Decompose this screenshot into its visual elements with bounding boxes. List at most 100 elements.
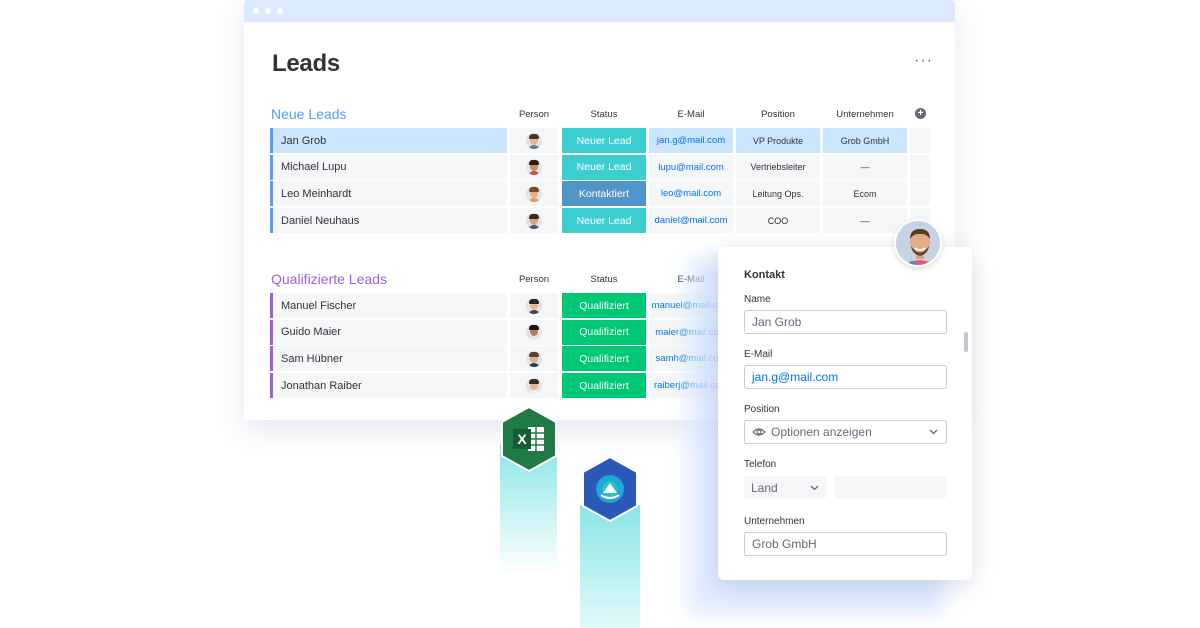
person-cell[interactable] — [510, 181, 558, 207]
window-dot[interactable] — [253, 8, 259, 14]
status-badge[interactable]: Qualifiziert — [562, 373, 646, 399]
position-select[interactable]: Optionen anzeigen — [744, 420, 947, 444]
avatar — [894, 219, 942, 267]
table-row[interactable]: Michael Lupu Neuer Lead lupu@mail.com Vertr… — [270, 154, 934, 180]
group-title[interactable]: Neue Leads — [271, 106, 347, 122]
email-cell[interactable]: daniel@mail.com — [649, 208, 733, 234]
phone-label: Telefon — [744, 459, 777, 470]
phone-input[interactable] — [834, 476, 946, 499]
scrollbar[interactable] — [964, 332, 968, 352]
person-cell[interactable] — [510, 346, 558, 372]
integration-beam — [580, 505, 640, 628]
person-cell[interactable] — [510, 319, 558, 345]
company-cell[interactable]: — — [823, 154, 907, 180]
lead-name-cell[interactable]: Daniel Neuhaus — [270, 208, 507, 234]
avatar — [526, 324, 542, 341]
avatar — [526, 159, 542, 176]
position-select-content: Optionen anzeigen — [752, 425, 872, 439]
card-title: Kontakt — [744, 269, 785, 281]
email-field[interactable]: jan.g@mail.com — [744, 365, 947, 389]
status-badge[interactable]: Qualifiziert — [562, 293, 646, 318]
group-color-bar — [270, 373, 273, 399]
position-label: Position — [744, 404, 780, 415]
group-rows: Jan Grob Neuer Lead jan.g@mail.com VP Produ… — [270, 128, 934, 234]
table-row[interactable]: Leo Meinhardt Kontaktiert leo@mail.com Leit… — [270, 181, 934, 207]
group-color-bar — [270, 208, 273, 234]
email-label: E-Mail — [744, 349, 773, 360]
column-header-company[interactable]: Unternehmen — [823, 109, 907, 120]
avatar — [526, 297, 542, 314]
person-cell[interactable] — [510, 208, 558, 234]
add-column-icon[interactable]: + — [915, 108, 926, 119]
chevron-down-icon — [810, 485, 819, 490]
person-cell[interactable] — [510, 128, 558, 153]
country-placeholder: Land — [751, 480, 778, 495]
window-dot[interactable] — [277, 8, 283, 14]
window-dot[interactable] — [265, 8, 271, 14]
group-color-bar — [270, 128, 273, 153]
company-cell[interactable]: — — [823, 208, 907, 234]
window-titlebar — [244, 0, 955, 22]
column-header-status[interactable]: Status — [562, 109, 646, 120]
group-color-bar — [270, 293, 273, 318]
table-row[interactable]: Jan Grob Neuer Lead jan.g@mail.com VP Produ… — [270, 128, 934, 153]
lead-name-cell[interactable]: Jan Grob — [270, 128, 507, 153]
column-header-email[interactable]: E-Mail — [649, 109, 733, 120]
extra-cell[interactable] — [910, 181, 930, 207]
position-cell[interactable]: Vertriebsleiter — [736, 154, 820, 180]
group-neue-leads: Neue Leads Person Status E-Mail Position… — [270, 106, 934, 235]
lead-name-cell[interactable]: Manuel Fischer — [270, 293, 507, 318]
position-placeholder: Optionen anzeigen — [771, 425, 872, 439]
group-title[interactable]: Qualifizierte Leads — [271, 271, 387, 287]
status-badge[interactable]: Neuer Lead — [562, 154, 646, 180]
status-badge[interactable]: Qualifiziert — [562, 319, 646, 345]
column-header-person[interactable]: Person — [510, 274, 558, 285]
lead-name-cell[interactable]: Michael Lupu — [270, 154, 507, 180]
avatar — [526, 377, 542, 394]
name-label: Name — [744, 294, 771, 305]
lead-name-cell[interactable]: Leo Meinhardt — [270, 181, 507, 207]
chevron-down-icon — [929, 429, 938, 435]
avatar — [526, 212, 542, 229]
group-header: Neue Leads Person Status E-Mail Position… — [270, 106, 934, 128]
lead-name-cell[interactable]: Sam Hübner — [270, 346, 507, 372]
person-cell[interactable] — [510, 154, 558, 180]
avatar — [526, 132, 542, 149]
status-badge[interactable]: Neuer Lead — [562, 208, 646, 234]
table-row[interactable]: Daniel Neuhaus Neuer Lead daniel@mail.com C… — [270, 208, 934, 234]
company-label: Unternehmen — [744, 516, 805, 527]
status-badge[interactable]: Neuer Lead — [562, 128, 646, 153]
eye-icon — [752, 428, 766, 436]
country-select[interactable]: Land — [744, 476, 826, 499]
more-dots-icon[interactable]: ··· — [914, 52, 933, 70]
position-cell[interactable]: COO — [736, 208, 820, 234]
name-field[interactable]: Jan Grob — [744, 310, 947, 334]
status-badge[interactable]: Qualifiziert — [562, 346, 646, 372]
column-header-status[interactable]: Status — [562, 274, 646, 285]
group-color-bar — [270, 154, 273, 180]
email-cell[interactable]: leo@mail.com — [649, 181, 733, 207]
excel-letter: X — [517, 431, 527, 447]
company-field[interactable]: Grob GmbH — [744, 532, 947, 556]
lead-name-cell[interactable]: Guido Maier — [270, 319, 507, 345]
person-cell[interactable] — [510, 293, 558, 318]
position-cell[interactable]: VP Produkte — [736, 128, 820, 153]
contact-card: Kontakt Name Jan Grob E-Mail jan.g@mail.… — [718, 247, 972, 580]
email-cell[interactable]: jan.g@mail.com — [649, 128, 733, 153]
company-cell[interactable]: Grob GmbH — [823, 128, 907, 153]
group-color-bar — [270, 181, 273, 207]
group-color-bar — [270, 319, 273, 345]
column-header-position[interactable]: Position — [736, 109, 820, 120]
integration-app-icon[interactable] — [579, 455, 641, 523]
status-badge[interactable]: Kontaktiert — [562, 181, 646, 207]
company-cell[interactable]: Ecom — [823, 181, 907, 207]
email-cell[interactable]: lupu@mail.com — [649, 154, 733, 180]
column-header-person[interactable]: Person — [510, 109, 558, 120]
lead-name-cell[interactable]: Jonathan Raiber — [270, 373, 507, 399]
person-cell[interactable] — [510, 373, 558, 399]
extra-cell[interactable] — [910, 128, 930, 153]
excel-icon[interactable]: X — [498, 405, 560, 473]
extra-cell[interactable] — [910, 154, 930, 180]
position-cell[interactable]: Leitung Ops. — [736, 181, 820, 207]
avatar — [526, 350, 542, 367]
